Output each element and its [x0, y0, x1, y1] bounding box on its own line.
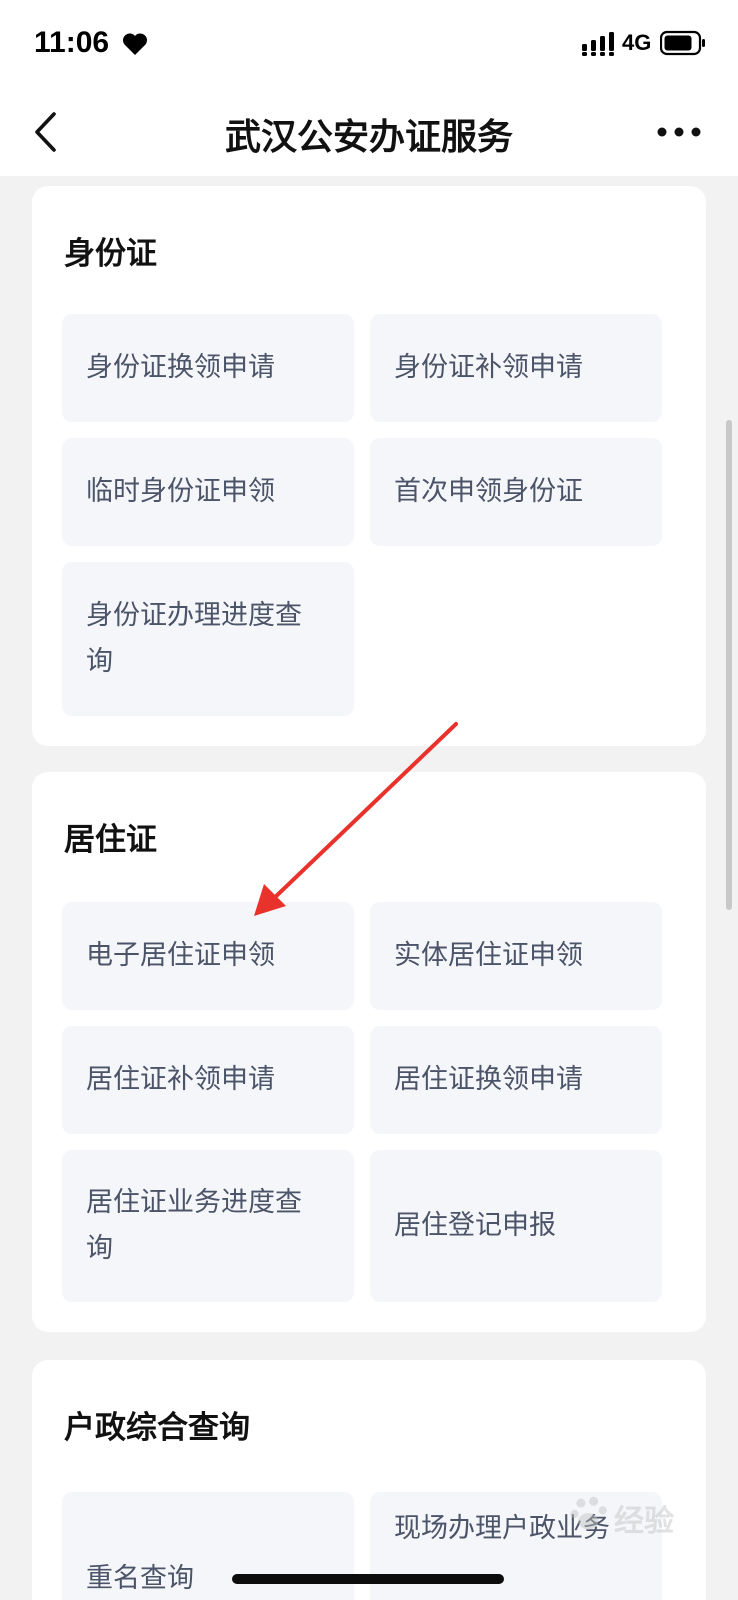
tile-label-line: 身份证办理进度查 [86, 600, 302, 631]
tile-label: 重名查询 [86, 1563, 194, 1594]
tile-label-line: 居住证业务进度查 [86, 1187, 302, 1218]
home-indicator[interactable] [232, 1574, 504, 1584]
tile-label-line: 询 [86, 1233, 113, 1264]
tile-residence-permit-reissue[interactable]: 居住证补领申请 [62, 1026, 354, 1134]
section-title: 居住证 [64, 822, 157, 858]
page-title: 武汉公安办证服务 [224, 117, 513, 158]
tile-temporary-id-card[interactable]: 临时身份证申领 [62, 438, 354, 546]
tile-label: 居住证补领申请 [86, 1064, 275, 1095]
tile-label: 首次申领身份证 [394, 476, 583, 507]
section-id-card: 身份证 身份证换领申请 身份证补领申请 临时身份证申领 首次申领身份证 身份证办… [32, 186, 706, 746]
tile-physical-residence-permit[interactable]: 实体居住证申领 [370, 902, 662, 1010]
tile-label: 身份证换领申请 [86, 352, 275, 383]
tile-residence-permit-progress[interactable]: 居住证业务进度查 询 [62, 1150, 354, 1302]
signal-icon [582, 32, 614, 56]
scrollbar[interactable] [726, 420, 732, 910]
tile-first-id-card[interactable]: 首次申领身份证 [370, 438, 662, 546]
tile-label: 居住登记申报 [394, 1210, 556, 1241]
more-dots-icon[interactable] [656, 126, 702, 138]
heart-icon [122, 33, 148, 55]
header: 武汉公安办证服务 [0, 88, 738, 176]
tile-label: 实体居住证申领 [394, 940, 583, 971]
tile-id-card-reissue[interactable]: 身份证补领申请 [370, 314, 662, 422]
watermark-text: 经验 [614, 1504, 674, 1539]
paw-logo-icon [570, 1496, 607, 1530]
status-time: 11:06 [34, 26, 110, 59]
section-title: 身份证 [64, 236, 157, 272]
tile-e-residence-permit[interactable]: 电子居住证申领 [62, 902, 354, 1010]
section-title: 户政综合查询 [64, 1410, 250, 1446]
tile-residence-registration[interactable]: 居住登记申报 [370, 1150, 662, 1302]
tile-label-line: 询 [86, 646, 113, 677]
battery-icon [660, 30, 705, 56]
tile-id-card-progress[interactable]: 身份证办理进度查 询 [62, 562, 354, 716]
watermark: 经验 [570, 1484, 730, 1554]
tile-id-card-renewal[interactable]: 身份证换领申请 [62, 314, 354, 422]
tile-label: 居住证换领申请 [394, 1064, 583, 1095]
section-residence-permit: 居住证 电子居住证申领 实体居住证申领 居住证补领申请 居住证换领申请 居住证业… [32, 772, 706, 1332]
tile-label: 临时身份证申领 [86, 476, 275, 507]
section-household-query: 户政综合查询 重名查询 现场办理户政业务 [32, 1360, 706, 1600]
status-bar: 11:06 4G [0, 0, 738, 88]
tile-label: 身份证补领申请 [394, 352, 583, 383]
network-type: 4G [622, 30, 652, 55]
tile-label: 电子居住证申领 [86, 940, 275, 971]
tile-residence-permit-renewal[interactable]: 居住证换领申请 [370, 1026, 662, 1134]
